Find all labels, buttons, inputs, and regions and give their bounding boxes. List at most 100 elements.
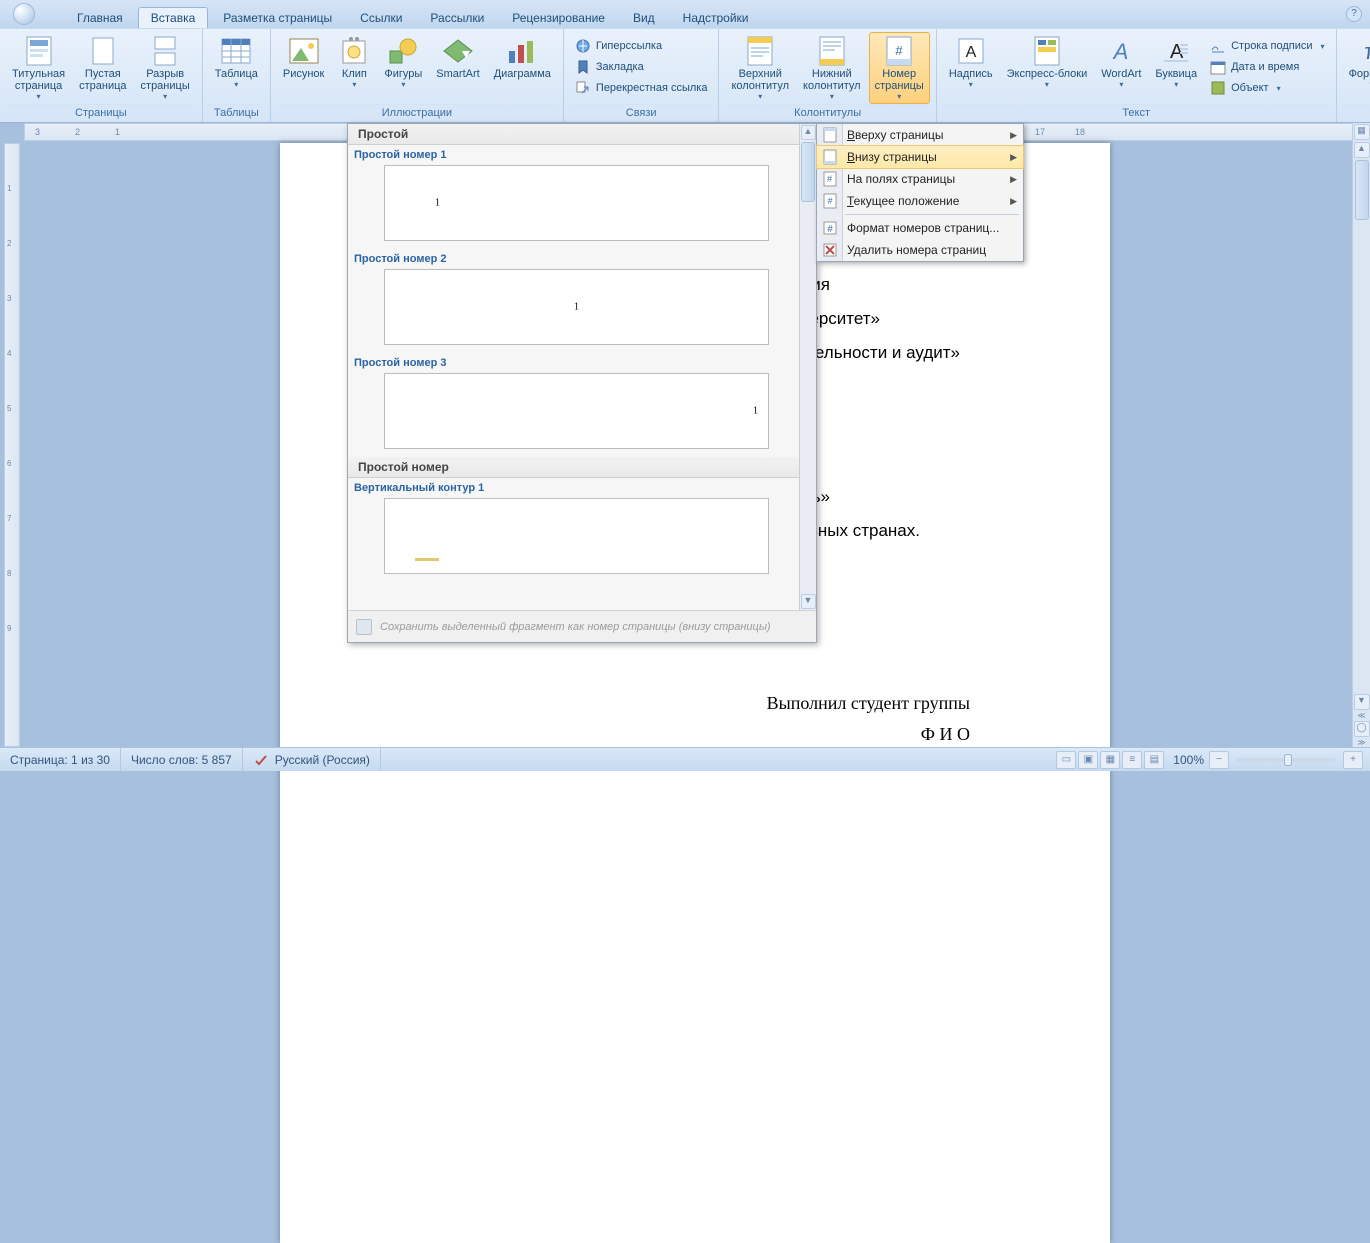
ruler-tick: 1 xyxy=(7,184,11,193)
textbox-label: Надпись xyxy=(949,68,993,80)
wordart-button[interactable]: A WordArt xyxy=(1095,32,1147,92)
bookmark-button[interactable]: Закладка xyxy=(570,57,713,77)
bookmark-icon xyxy=(575,59,591,75)
gallery-item-1[interactable]: 1 xyxy=(384,165,769,241)
gallery-scroll-down[interactable]: ▼ xyxy=(801,594,816,609)
cover-page-button[interactable]: Титульная страница xyxy=(6,32,71,104)
menu-bottom-of-page[interactable]: Внизу страницы▶ xyxy=(817,146,1023,168)
menu-page-margins[interactable]: # На полях страницы▶ xyxy=(817,168,1023,190)
tab-home[interactable]: Главная xyxy=(64,7,136,28)
menu-current-position[interactable]: # Текущее положение▶ xyxy=(817,190,1023,212)
hyperlink-button[interactable]: Гиперссылка xyxy=(570,36,713,56)
vertical-ruler[interactable]: 1 2 3 4 5 6 7 8 9 xyxy=(4,143,20,747)
smartart-button[interactable]: SmartArt xyxy=(430,32,485,83)
menu-top-of-page[interactable]: Вверху страницы▶ xyxy=(817,124,1023,146)
zoom-level[interactable]: 100% xyxy=(1173,753,1204,767)
vertical-scrollbar[interactable]: ▦ ▲ ▼ ≪ ◯ ≫ xyxy=(1352,123,1370,747)
status-page[interactable]: Страница: 1 из 30 xyxy=(0,748,121,771)
menu-remove-label: Удалить номера страниц xyxy=(847,243,986,257)
equation-button[interactable]: π Формула xyxy=(1343,32,1370,92)
header-icon xyxy=(744,35,776,67)
svg-text:#: # xyxy=(896,43,904,58)
status-language[interactable]: Русский (Россия) xyxy=(243,748,381,771)
page-number-button[interactable]: # Номер страницы xyxy=(869,32,930,104)
view-draft[interactable]: ▤ xyxy=(1144,751,1164,769)
shapes-button[interactable]: Фигуры xyxy=(378,32,428,92)
object-button[interactable]: Объект▾ xyxy=(1205,78,1329,98)
quickparts-button[interactable]: Экспресс-блоки xyxy=(1001,32,1094,92)
tab-review[interactable]: Рецензирование xyxy=(499,7,618,28)
signature-label: Строка подписи xyxy=(1231,40,1312,52)
view-print-layout[interactable]: ▭ xyxy=(1056,751,1076,769)
clipart-button[interactable]: Клип xyxy=(332,32,376,92)
ribbon-tabs: Главная Вставка Разметка страницы Ссылки… xyxy=(64,6,762,28)
cover-page-label: Титульная страница xyxy=(12,68,65,92)
page-bottom-icon xyxy=(822,149,838,165)
crossref-button[interactable]: Перекрестная ссылка xyxy=(570,78,713,98)
tab-view[interactable]: Вид xyxy=(620,7,668,28)
scroll-up[interactable]: ▲ xyxy=(1354,142,1370,158)
next-page-button[interactable]: ≫ xyxy=(1354,738,1370,747)
zoom-slider-thumb[interactable] xyxy=(1284,754,1292,766)
svg-text:π: π xyxy=(1364,39,1370,64)
prev-page-button[interactable]: ≪ xyxy=(1354,711,1370,720)
gallery-item-4[interactable] xyxy=(384,498,769,574)
header-button[interactable]: Верхний колонтитул xyxy=(725,32,795,104)
gallery-scroll-up[interactable]: ▲ xyxy=(801,125,816,140)
zoom-out[interactable]: − xyxy=(1209,751,1229,769)
view-outline[interactable]: ≡ xyxy=(1122,751,1142,769)
gallery-item-3-label: Простой номер 3 xyxy=(348,353,799,371)
status-bar: Страница: 1 из 30 Число слов: 5 857 Русс… xyxy=(0,747,1370,771)
footer-button[interactable]: Нижний колонтитул xyxy=(797,32,867,104)
crossref-label: Перекрестная ссылка xyxy=(596,82,708,94)
zoom-slider[interactable] xyxy=(1236,758,1336,762)
blank-page-button[interactable]: Пустая страница xyxy=(73,32,132,95)
gallery-scroll-thumb[interactable] xyxy=(801,142,815,202)
table-button[interactable]: Таблица xyxy=(209,32,264,92)
table-icon xyxy=(220,35,252,67)
header-label: Верхний колонтитул xyxy=(731,68,789,92)
scroll-down[interactable]: ▼ xyxy=(1354,694,1370,710)
zoom-in[interactable]: + xyxy=(1343,751,1363,769)
page-break-button[interactable]: Разрыв страницы xyxy=(135,32,196,104)
signature-icon xyxy=(1210,38,1226,54)
chart-button[interactable]: Диаграмма xyxy=(488,32,557,83)
datetime-button[interactable]: Дата и время xyxy=(1205,57,1329,77)
gallery-item-1-label: Простой номер 1 xyxy=(348,145,799,163)
gallery-category-simple-number: Простой номер xyxy=(348,457,799,478)
textbox-button[interactable]: A Надпись xyxy=(943,32,999,92)
equation-label: Формула xyxy=(1349,68,1370,80)
tab-page-layout[interactable]: Разметка страницы xyxy=(210,7,345,28)
group-illustrations-label: Иллюстрации xyxy=(277,104,557,122)
scroll-thumb[interactable] xyxy=(1355,160,1369,220)
gallery-item-3[interactable]: 1 xyxy=(384,373,769,449)
shapes-label: Фигуры xyxy=(384,68,422,80)
menu-remove-page-numbers[interactable]: Удалить номера страниц xyxy=(817,239,1023,261)
quickparts-icon xyxy=(1031,35,1063,67)
ruler-tick: 17 xyxy=(1035,127,1045,137)
object-icon xyxy=(1210,80,1226,96)
menu-format-page-numbers[interactable]: # Формат номеров страниц... xyxy=(817,217,1023,239)
tab-addins[interactable]: Надстройки xyxy=(670,7,762,28)
ruler-tick: 7 xyxy=(7,514,11,523)
svg-text:A: A xyxy=(965,44,976,61)
status-wordcount[interactable]: Число слов: 5 857 xyxy=(121,748,243,771)
ruler-tick: 2 xyxy=(7,239,11,248)
gallery-scrollbar[interactable]: ▲ ▼ xyxy=(799,124,816,610)
picture-icon xyxy=(288,35,320,67)
ruler-toggle[interactable]: ▦ xyxy=(1354,124,1370,140)
tab-references[interactable]: Ссылки xyxy=(347,7,415,28)
help-button[interactable]: ? xyxy=(1346,6,1362,22)
chart-label: Диаграмма xyxy=(494,68,551,80)
view-web-layout[interactable]: ▦ xyxy=(1100,751,1120,769)
office-button[interactable] xyxy=(4,0,44,28)
picture-button[interactable]: Рисунок xyxy=(277,32,331,83)
tab-insert[interactable]: Вставка xyxy=(138,7,209,28)
signature-line-button[interactable]: Строка подписи▾ xyxy=(1205,36,1329,56)
browse-object[interactable]: ◯ xyxy=(1354,721,1370,737)
view-fullscreen-reading[interactable]: ▣ xyxy=(1078,751,1098,769)
dropcap-button[interactable]: A Буквица xyxy=(1149,32,1203,92)
svg-text:A: A xyxy=(1112,39,1129,64)
gallery-item-2[interactable]: 1 xyxy=(384,269,769,345)
tab-mailings[interactable]: Рассылки xyxy=(417,7,497,28)
